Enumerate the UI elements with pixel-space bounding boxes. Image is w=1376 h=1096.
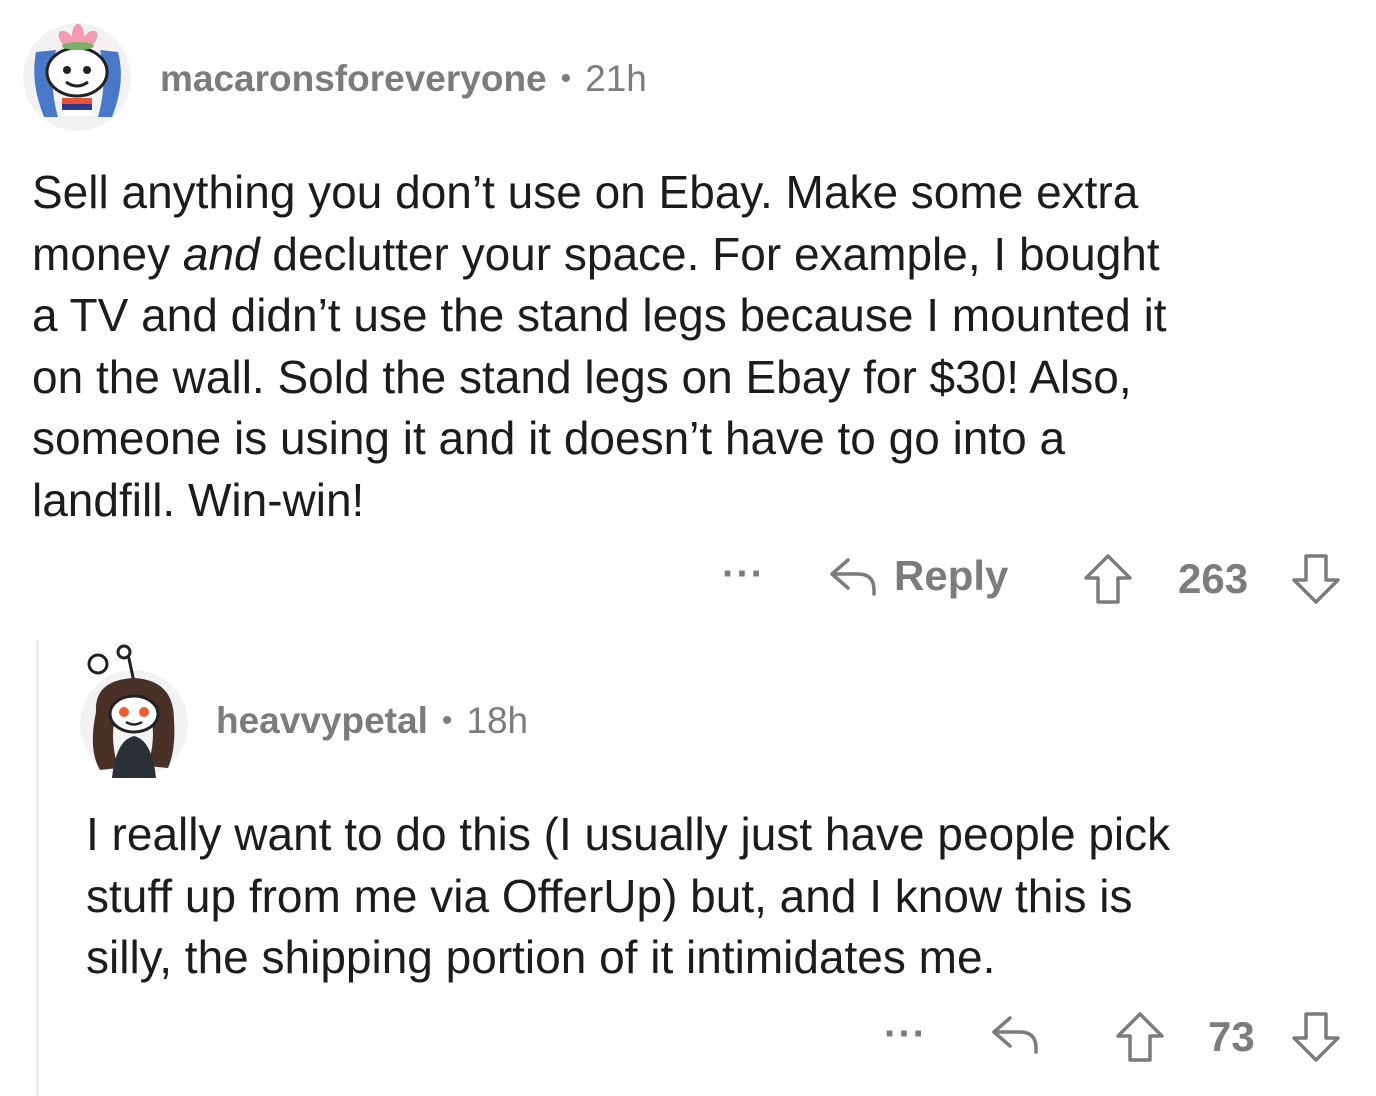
timestamp[interactable]: 18h <box>466 700 528 742</box>
upvote-button[interactable] <box>1082 552 1134 611</box>
reply-button[interactable] <box>990 1012 1042 1061</box>
comment-line: Sell anything you don’t use on Ebay. Mak… <box>32 166 1139 218</box>
username[interactable]: macaronsforeveryone <box>160 58 547 100</box>
more-options-button[interactable]: ··· <box>884 1012 927 1057</box>
vote-score: 263 <box>1178 555 1249 602</box>
timestamp[interactable]: 21h <box>585 58 647 100</box>
reply-avatar[interactable] <box>78 640 190 780</box>
upvote-arrow-icon <box>1082 552 1134 611</box>
vote-score: 73 <box>1208 1013 1255 1060</box>
comment-line: I really want to do this (I usually just… <box>86 808 1171 860</box>
comment-meta: macaronsforeveryone • 21h <box>160 58 647 100</box>
separator: • <box>560 62 572 95</box>
comment-line: on the wall. Sold the stand legs on Ebay… <box>32 350 1132 403</box>
more-options-button[interactable]: ··· <box>722 552 765 597</box>
comment-line: silly, the shipping portion of it intimi… <box>86 931 996 983</box>
upvote-arrow-icon <box>1114 1010 1166 1069</box>
separator: • <box>441 704 453 737</box>
thread-line[interactable] <box>36 640 39 1096</box>
comment-line: landfill. Win-win! <box>32 473 365 526</box>
downvote-arrow-icon <box>1290 1010 1342 1069</box>
emphasis-text: and <box>182 227 260 280</box>
reply-arrow-icon <box>828 554 880 598</box>
reply-arrow-icon <box>990 1012 1042 1061</box>
comment-line: someone is using it and it doesn’t have … <box>32 412 1066 464</box>
reply-meta: heavvypetal • 18h <box>216 700 528 742</box>
upvote-button[interactable] <box>1114 1010 1166 1069</box>
reply-label: Reply <box>894 552 1009 599</box>
downvote-button[interactable] <box>1290 552 1342 611</box>
comment-line: money and declutter your space. For exam… <box>32 227 1160 280</box>
downvote-button[interactable] <box>1290 1010 1342 1069</box>
comment-body: Sell anything you don’t use on Ebay. Mak… <box>32 162 1362 531</box>
comment-line: stuff up from me via OfferUp) but, and I… <box>86 869 1133 922</box>
reply-body: I really want to do this (I usually just… <box>86 804 1366 989</box>
snoo-avatar-icon <box>80 644 188 778</box>
snoo-avatar-icon <box>23 23 131 131</box>
downvote-arrow-icon <box>1290 552 1342 611</box>
username[interactable]: heavvypetal <box>216 700 428 742</box>
avatar[interactable] <box>22 22 132 132</box>
reply-button[interactable]: Reply <box>828 552 1008 600</box>
comment-line: a TV and didn’t use the stand legs becau… <box>32 289 1167 341</box>
